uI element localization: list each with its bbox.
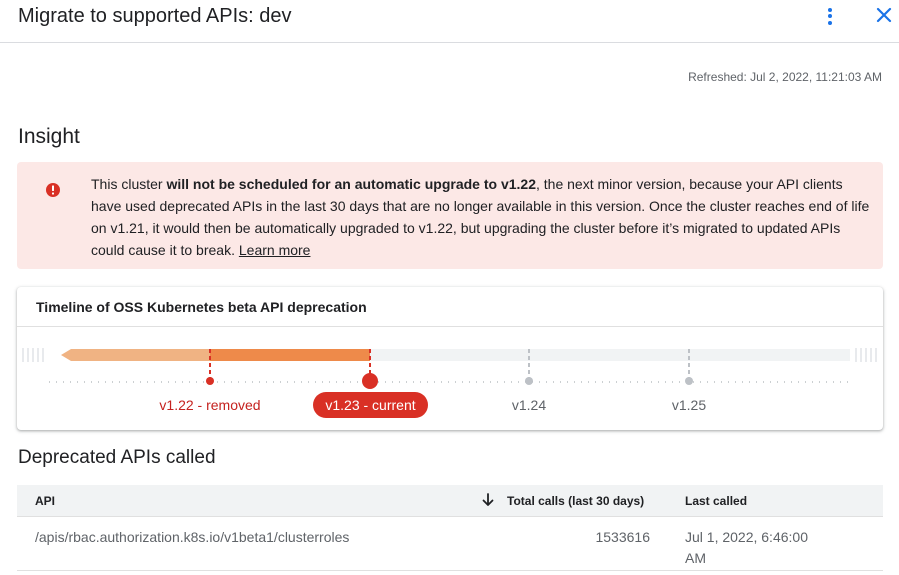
timeline-past-bar xyxy=(61,349,210,361)
timeline-card: Timeline of OSS Kubernetes beta API depr… xyxy=(17,287,883,430)
alert-message: This cluster will not be scheduled for a… xyxy=(91,176,870,258)
deprecated-apis-table: API Total calls (last 30 days) Last call… xyxy=(17,485,883,571)
api-path-cell: /apis/rbac.authorization.k8s.io/v1beta1/… xyxy=(35,529,350,545)
arrow-down-icon[interactable] xyxy=(480,492,496,508)
version-label-removed: v1.22 - removed xyxy=(159,397,261,413)
column-header-last-called[interactable]: Last called xyxy=(685,494,747,508)
error-icon xyxy=(46,183,60,197)
timeline-title: Timeline of OSS Kubernetes beta API depr… xyxy=(17,287,883,327)
last-called-cell: Jul 1, 2022, 6:46:00 AM xyxy=(685,529,808,566)
more-options-icon[interactable] xyxy=(818,4,842,28)
refreshed-timestamp: Refreshed: Jul 2, 2022, 11:21:03 AM xyxy=(688,70,882,84)
deprecated-apis-heading: Deprecated APIs called xyxy=(18,447,216,468)
marker-v123-dot xyxy=(362,373,378,389)
version-label-v125: v1.25 xyxy=(671,397,707,413)
timeline-track xyxy=(370,349,850,361)
panel-header: Migrate to supported APIs: dev xyxy=(0,0,899,43)
version-label-v124: v1.24 xyxy=(511,397,547,413)
column-header-api[interactable]: API xyxy=(35,494,55,508)
table-row: /apis/rbac.authorization.k8s.io/v1beta1/… xyxy=(17,517,883,571)
alert-bold-text: will not be scheduled for an automatic u… xyxy=(166,176,536,192)
insight-heading: Insight xyxy=(18,125,80,148)
timeline-active-bar xyxy=(210,349,370,361)
total-calls-cell: 1533616 xyxy=(595,529,650,545)
table-header: API Total calls (last 30 days) Last call… xyxy=(17,485,883,517)
insight-alert: This cluster will not be scheduled for a… xyxy=(17,162,883,269)
column-header-total-calls[interactable]: Total calls (last 30 days) xyxy=(507,494,644,508)
learn-more-link[interactable]: Learn more xyxy=(239,242,311,258)
migrate-apis-panel: Migrate to supported APIs: dev Refreshed… xyxy=(0,0,899,575)
close-icon[interactable] xyxy=(872,3,896,27)
panel-title: Migrate to supported APIs: dev xyxy=(18,5,292,27)
marker-v125-dot xyxy=(685,377,693,385)
marker-v124-dot xyxy=(525,377,533,385)
marker-v122-dot xyxy=(206,377,214,385)
version-label-current: v1.23 - current xyxy=(313,392,428,418)
timeline-graphic xyxy=(22,348,877,389)
